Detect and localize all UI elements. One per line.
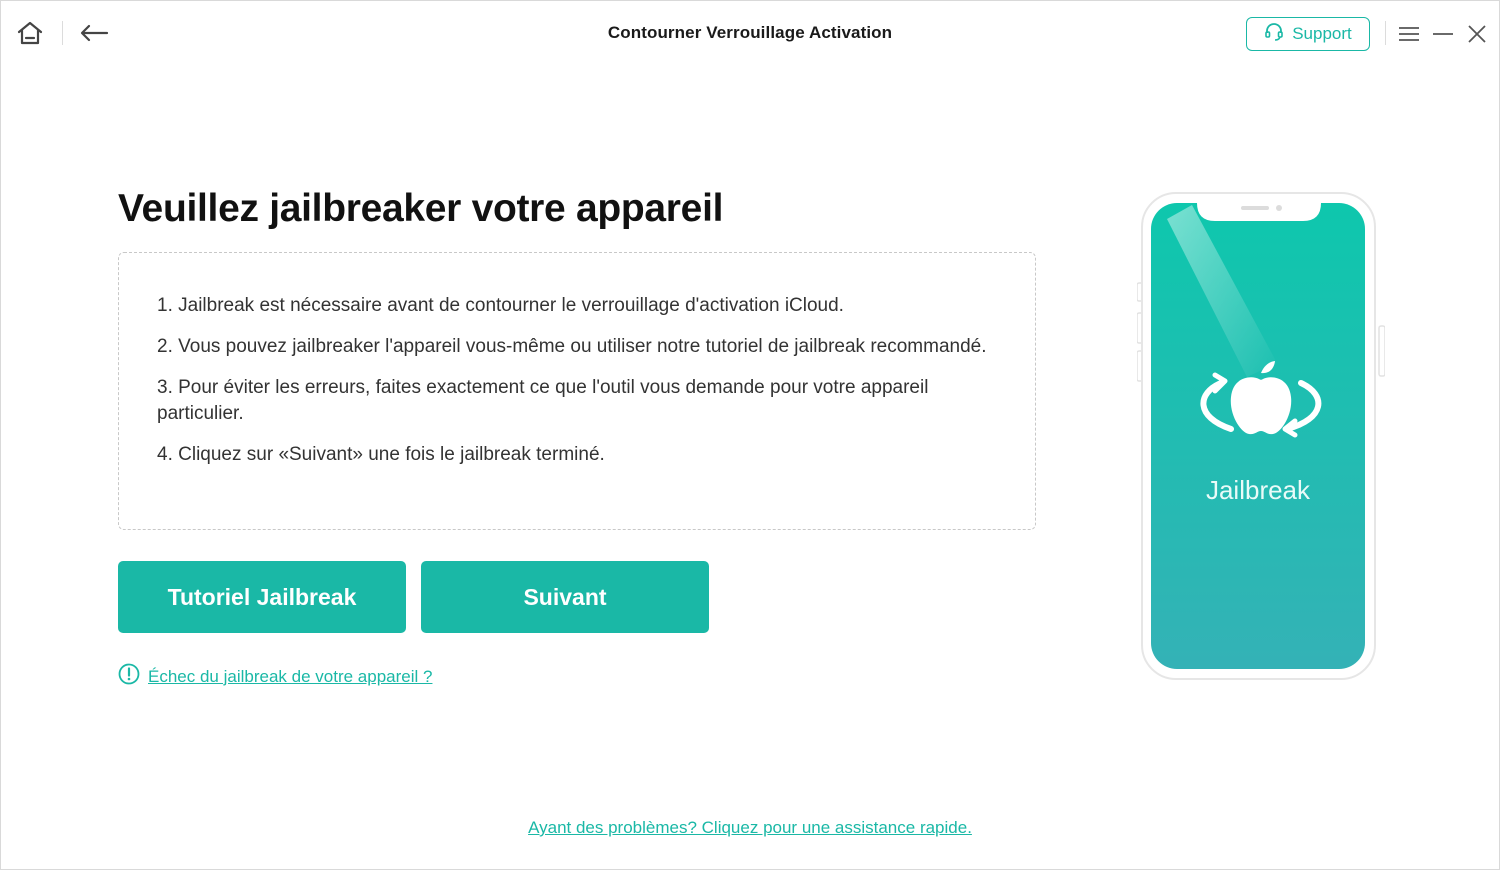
minimize-icon[interactable] xyxy=(1429,19,1457,49)
support-label: Support xyxy=(1292,24,1352,43)
phone-jailbreak-label: Jailbreak xyxy=(1205,475,1311,505)
close-icon[interactable] xyxy=(1463,19,1491,49)
instruction-step: 1. Jailbreak est nécessaire avant de con… xyxy=(157,295,844,316)
jailbreak-failed-text: Échec du jailbreak de votre appareil ? xyxy=(148,666,433,686)
quick-assistance-link[interactable]: Ayant des problèmes? Cliquez pour une as… xyxy=(1,818,1499,838)
jailbreak-failed-link[interactable]: Échec du jailbreak de votre appareil ? xyxy=(118,663,432,690)
title-bar: Contourner Verrouillage Activation Suppo… xyxy=(1,1,1499,67)
headset-icon xyxy=(1264,22,1284,47)
support-button[interactable]: Support xyxy=(1246,17,1370,51)
app-window: Contourner Verrouillage Activation Suppo… xyxy=(0,0,1500,870)
instruction-step: 4. Cliquez sur «Suivant» une fois le jai… xyxy=(157,444,605,465)
phone-illustration xyxy=(1136,191,1386,683)
instructions-box: 1. Jailbreak est nécessaire avant de con… xyxy=(118,252,1036,530)
page-title: Veuillez jailbreaker votre appareil xyxy=(118,187,724,230)
jailbreak-tutorial-button[interactable]: Tutoriel Jailbreak xyxy=(118,561,406,633)
warning-icon xyxy=(118,663,140,690)
instruction-step: 2. Vous pouvez jailbreaker l'appareil vo… xyxy=(157,336,987,357)
toolbar-divider xyxy=(1385,21,1386,45)
menu-icon[interactable] xyxy=(1395,19,1423,49)
instruction-step: 3. Pour éviter les erreurs, faites exact… xyxy=(157,377,929,424)
next-button[interactable]: Suivant xyxy=(421,561,709,633)
